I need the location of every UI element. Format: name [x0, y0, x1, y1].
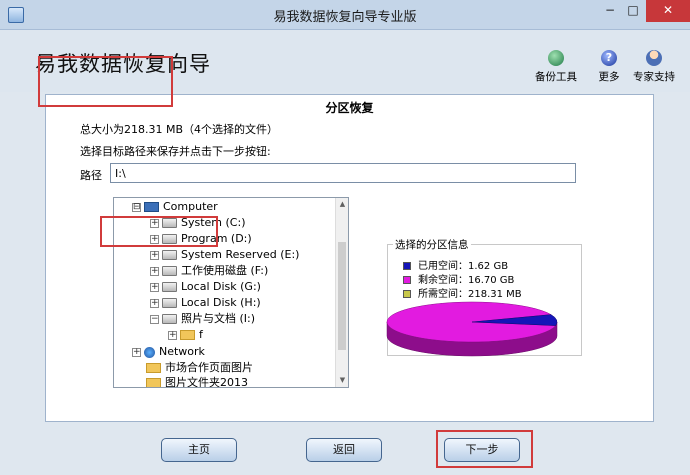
tree-item-label: System Reserved (E:) [181, 248, 300, 261]
tree-item-label: 图片文件夹2013 [165, 376, 248, 388]
content-panel: 分区恢复 总大小为218.31 MB（4个选择的文件） 选择目标路径来保存并点击… [45, 94, 654, 422]
tree-item-drive-f[interactable]: + 工作使用磁盘 (F:) [150, 263, 268, 279]
tree-item-label: 照片与文档 (I:) [181, 312, 256, 325]
folder-icon [146, 378, 161, 387]
tree-item-folder-images[interactable]: 图片文件夹2013 [146, 375, 248, 388]
tree-item-label: 工作使用磁盘 (F:) [181, 264, 269, 277]
expand-icon[interactable]: + [150, 250, 159, 260]
tree-item-network[interactable]: + Network [132, 344, 205, 360]
instruction-text: 选择目标路径来保存并点击下一步按钮: [80, 145, 271, 158]
drive-icon [162, 314, 177, 324]
tree-item-computer[interactable]: ⊟ Computer [132, 199, 218, 215]
path-input[interactable] [110, 163, 576, 183]
drive-icon [162, 250, 177, 260]
window-title: 易我数据恢复向导专业版 [273, 10, 417, 25]
drive-icon [162, 266, 177, 276]
expand-icon[interactable]: + [150, 266, 159, 276]
support-icon [646, 50, 662, 66]
computer-icon [144, 202, 159, 212]
scroll-down-icon[interactable]: ▼ [336, 374, 348, 387]
backup-tool-label: 备份工具 [535, 71, 577, 83]
drive-icon [162, 298, 177, 308]
tree-item-folder-f[interactable]: + f [168, 327, 203, 343]
tree-item-label: Network [159, 345, 205, 358]
free-swatch [403, 276, 411, 284]
tree-item-label: Local Disk (H:) [181, 296, 261, 309]
folder-icon [180, 330, 195, 340]
collapse-icon[interactable]: − [150, 314, 159, 324]
partition-pie-chart [386, 301, 558, 357]
tree-scrollbar[interactable]: ▲ ▼ [335, 198, 348, 387]
used-swatch [403, 262, 411, 270]
tree-item-label: Local Disk (G:) [181, 280, 261, 293]
maximize-button[interactable]: □ [622, 0, 644, 22]
expand-icon[interactable]: + [150, 298, 159, 308]
scroll-up-icon[interactable]: ▲ [336, 198, 348, 211]
tree-item-drive-h[interactable]: + Local Disk (H:) [150, 295, 261, 311]
next-highlight-frame [436, 430, 533, 468]
partition-info-title: 选择的分区信息 [393, 237, 471, 252]
path-highlight-frame [38, 56, 173, 107]
drive-icon [162, 282, 177, 292]
network-icon [144, 346, 155, 358]
minimize-button[interactable]: − [598, 0, 622, 22]
folder-icon [146, 363, 161, 373]
tree-item-drive-e[interactable]: + System Reserved (E:) [150, 247, 299, 263]
title-bar: 易我数据恢复向导专业版 − □ ✕ [0, 0, 690, 30]
legend-used: 已用空间：1.62 GB [403, 257, 508, 272]
expert-support-button[interactable]: 专家支持 [626, 50, 682, 84]
required-swatch [403, 290, 411, 298]
backup-tool-button[interactable]: 备份工具 [528, 50, 584, 84]
home-button[interactable]: 主页 [161, 438, 237, 462]
tree-item-label: f [199, 328, 203, 341]
tree-item-label: Computer [163, 200, 218, 213]
expand-icon[interactable]: + [168, 330, 177, 340]
more-label: 更多 [598, 71, 620, 83]
total-size-text: 总大小为218.31 MB（4个选择的文件） [80, 123, 279, 136]
path-label: 路径 [80, 169, 102, 182]
tree-item-label: 市场合作页面图片 [165, 361, 253, 374]
back-button[interactable]: 返回 [306, 438, 382, 462]
legend-free: 剩余空间：16.70 GB [403, 271, 514, 286]
backup-icon [548, 50, 564, 66]
drive-highlight-frame [100, 216, 218, 247]
tree-item-drive-i[interactable]: − 照片与文档 (I:) [150, 311, 255, 327]
expert-support-label: 专家支持 [633, 71, 675, 83]
scroll-thumb[interactable] [338, 242, 346, 350]
close-button[interactable]: ✕ [646, 0, 690, 22]
tree-item-folder-market[interactable]: 市场合作页面图片 [146, 360, 253, 376]
help-icon: ? [601, 50, 617, 66]
tree-item-drive-g[interactable]: + Local Disk (G:) [150, 279, 261, 295]
expand-icon[interactable]: + [150, 282, 159, 292]
expand-icon[interactable]: + [132, 347, 141, 357]
collapse-icon[interactable]: ⊟ [132, 202, 141, 212]
